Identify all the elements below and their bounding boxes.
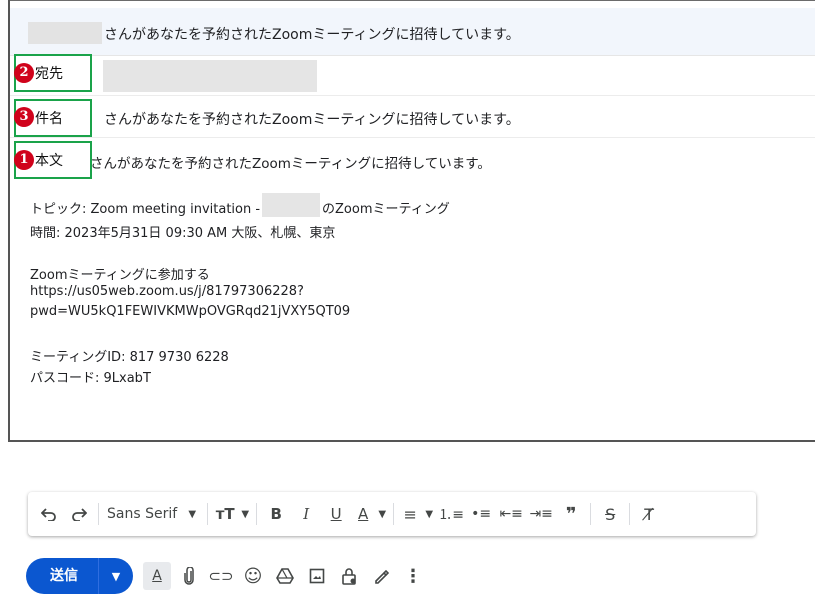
underline-icon[interactable]: U xyxy=(321,498,351,530)
body-separator xyxy=(10,440,815,442)
align-icon[interactable]: ≡ xyxy=(398,498,422,530)
chevron-down-icon[interactable]: ▼ xyxy=(181,498,203,530)
redacted-sender xyxy=(28,22,102,44)
compose-actions: 送信 ▼ A ⊂⊃ ☺ ⋮ xyxy=(26,556,427,596)
bulleted-list-icon[interactable]: •≡ xyxy=(466,498,496,530)
bold-icon[interactable]: B xyxy=(261,498,291,530)
numbered-list-icon[interactable]: ⒈≡ xyxy=(436,498,466,530)
body-url-line1[interactable]: https://us05web.zoom.us/j/81797306228? xyxy=(30,284,304,299)
toolbar-divider xyxy=(393,503,395,525)
quote-icon[interactable]: ❞ xyxy=(556,498,586,530)
font-family-select[interactable]: Sans Serif xyxy=(103,498,181,530)
to-label: 宛先 xyxy=(35,66,63,82)
body-topic-prefix[interactable]: トピック: Zoom meeting invitation - xyxy=(30,198,260,217)
body-label: 本文 xyxy=(35,153,63,169)
recipient-chip-redacted[interactable] xyxy=(103,60,317,92)
attach-file-icon[interactable] xyxy=(175,562,203,590)
body-passcode[interactable]: パスコード: 9LxabT xyxy=(30,367,151,386)
badge-1: 1 xyxy=(14,150,34,170)
send-button-group: 送信 ▼ xyxy=(26,558,133,594)
toolbar-divider xyxy=(590,503,592,525)
body-topic-suffix[interactable]: のZoomミーティング xyxy=(322,198,450,217)
insert-photo-icon[interactable] xyxy=(303,562,331,590)
formatting-toolbar: Sans Serif ▼ тT ▼ B I U A ▼ ≡ ▼ ⒈≡ •≡ ⇤≡… xyxy=(28,492,756,536)
chevron-down-icon[interactable]: ▼ xyxy=(422,498,436,530)
more-options-icon[interactable]: ⋮ xyxy=(399,562,427,590)
chevron-down-icon[interactable]: ▼ xyxy=(375,498,389,530)
indent-less-icon[interactable]: ⇤≡ xyxy=(496,498,526,530)
subject-label: 件名 xyxy=(35,111,63,127)
window-top-border xyxy=(8,0,815,8)
body-first-line[interactable]: さんがあなたを予約されたZoomミーティングに招待しています。 xyxy=(90,152,491,172)
compose-header: さんがあなたを予約されたZoomミーティングに招待しています。 xyxy=(10,8,815,56)
compose-title: さんがあなたを予約されたZoomミーティングに招待しています。 xyxy=(104,27,520,43)
text-color-icon[interactable]: A xyxy=(351,498,375,530)
signature-pen-icon[interactable] xyxy=(367,562,395,590)
remove-formatting-icon[interactable]: T̸ xyxy=(634,498,664,530)
confidential-mode-icon[interactable] xyxy=(335,562,363,590)
insert-link-icon[interactable]: ⊂⊃ xyxy=(207,562,235,590)
body-url-line2[interactable]: pwd=WU5kQ1FEWIVKMWpOVGRqd21jVXY5QT09 xyxy=(30,304,350,319)
redo-icon[interactable] xyxy=(64,498,94,530)
body-join[interactable]: Zoomミーティングに参加する xyxy=(30,264,210,283)
subject-input[interactable]: さんがあなたを予約されたZoomミーティングに招待しています。 xyxy=(104,109,520,129)
italic-icon[interactable]: I xyxy=(291,498,321,530)
undo-icon[interactable] xyxy=(34,498,64,530)
formatting-options-icon[interactable]: A xyxy=(143,562,171,590)
toolbar-divider xyxy=(98,503,99,525)
subject-row[interactable]: さんがあなたを予約されたZoomミーティングに招待しています。 xyxy=(10,98,815,138)
emoji-icon[interactable]: ☺ xyxy=(239,562,267,590)
redacted-host-name xyxy=(262,193,320,217)
send-options-chevron-icon[interactable]: ▼ xyxy=(99,570,133,583)
body-time[interactable]: 時間: 2023年5月31日 09:30 AM 大阪、札幌、東京 xyxy=(30,222,335,241)
drive-icon[interactable] xyxy=(271,562,299,590)
toolbar-divider xyxy=(256,503,258,525)
badge-3: 3 xyxy=(14,107,34,127)
chevron-down-icon[interactable]: ▼ xyxy=(238,498,252,530)
strikethrough-icon[interactable]: S xyxy=(595,498,625,530)
text-size-icon[interactable]: тT xyxy=(212,498,238,530)
body-meeting-id[interactable]: ミーティングID: 817 9730 6228 xyxy=(30,346,229,365)
send-button[interactable]: 送信 xyxy=(26,558,99,594)
badge-2: 2 xyxy=(14,63,34,83)
toolbar-divider xyxy=(207,503,209,525)
indent-more-icon[interactable]: ⇥≡ xyxy=(526,498,556,530)
toolbar-divider xyxy=(629,503,631,525)
to-row[interactable] xyxy=(10,56,815,96)
